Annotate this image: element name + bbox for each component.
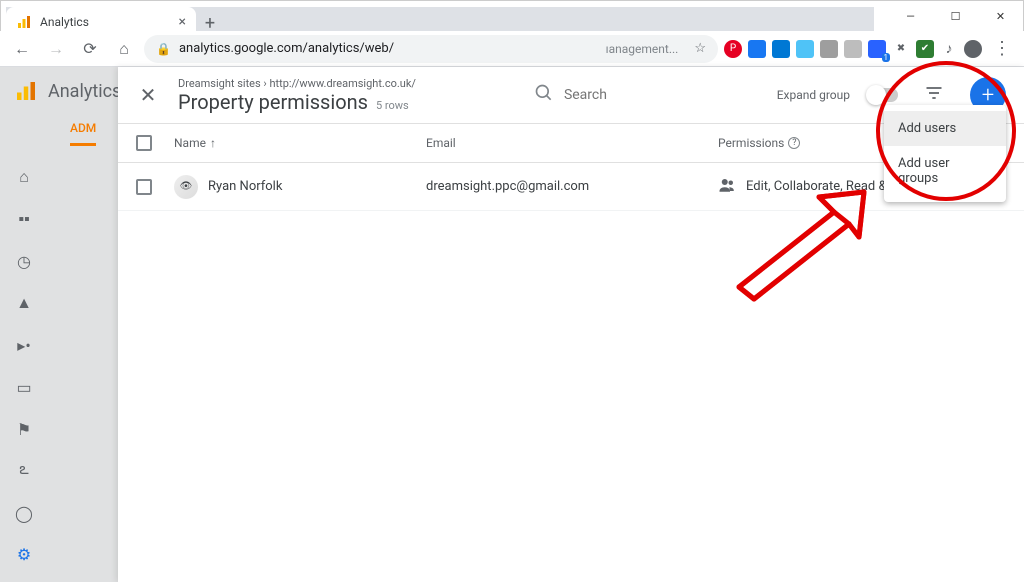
window-close[interactable]: ✕ [978, 2, 1023, 31]
page-title-text: Property permissions [178, 90, 368, 114]
col-header-permissions-label: Permissions [718, 136, 784, 150]
nav-customization-icon[interactable]: ▪▪ [14, 209, 34, 229]
title-block: Dreamsight sites › http://www.dreamsight… [178, 77, 416, 114]
tab-close-icon[interactable]: × [179, 14, 186, 30]
ext-icon[interactable] [844, 40, 862, 58]
cell-email: dreamsight.ppc@gmail.com [426, 179, 696, 194]
product-name: Analytics [48, 81, 121, 102]
row-count: 5 rows [376, 99, 409, 112]
page-title: Property permissions 5 rows [178, 90, 416, 114]
breadcrumb: Dreamsight sites › http://www.dreamsight… [178, 77, 416, 90]
ext-shield-icon[interactable]: ✔ [916, 40, 934, 58]
url-trunc: ıanagement... [606, 42, 679, 56]
cell-name: 👁 Ryan Norfolk [174, 175, 404, 199]
ext-icon[interactable] [748, 40, 766, 58]
add-menu-dropdown: Add users Add user groups [884, 105, 1006, 202]
chrome-menu-icon[interactable]: ⋮ [988, 35, 1016, 63]
url-text: analytics.google.com/analytics/web/ [179, 41, 394, 56]
nav-realtime-icon[interactable]: ◷ [14, 251, 34, 271]
row-checkbox[interactable] [136, 179, 152, 195]
ga-sidebar: Analytics ADM ⌂ ▪▪ ◷ ▲ ▸• ▭ ⚑ ఽ ◯ ⚙ [0, 67, 118, 582]
ga-left-nav: ⌂ ▪▪ ◷ ▲ ▸• ▭ ⚑ [0, 167, 48, 439]
expand-groups-label: Expand group [777, 88, 850, 102]
page-content: Analytics ADM ⌂ ▪▪ ◷ ▲ ▸• ▭ ⚑ ఽ ◯ ⚙ ✕ Dr… [0, 67, 1024, 582]
close-panel-button[interactable]: ✕ [136, 83, 160, 107]
address-bar: ← → ⟳ ⌂ 🔒 analytics.google.com/analytics… [0, 31, 1024, 67]
menu-add-user-groups[interactable]: Add user groups [884, 146, 1006, 196]
expand-groups-toggle[interactable] [868, 88, 898, 102]
ext-playlist-icon[interactable]: ♪ [940, 40, 958, 58]
nav-audience-icon[interactable]: ▲ [14, 293, 34, 313]
ext-icon[interactable] [796, 40, 814, 58]
select-all-checkbox[interactable] [136, 135, 152, 151]
analytics-logo-icon [14, 79, 38, 103]
search-wrap [534, 83, 759, 107]
nav-conversions-icon[interactable]: ⚑ [14, 419, 34, 439]
extensions-area: P 1 ✖ ✔ ♪ ⋮ [724, 35, 1016, 63]
ext-icon[interactable]: 1 [868, 40, 886, 58]
permissions-panel: ✕ Dreamsight sites › http://www.dreamsig… [118, 67, 1024, 582]
ext-pinterest-icon[interactable]: P [724, 40, 742, 58]
url-field[interactable]: 🔒 analytics.google.com/analytics/web/ ıa… [144, 35, 718, 63]
help-icon[interactable]: ? [788, 137, 800, 149]
forward-button[interactable]: → [42, 35, 70, 63]
user-avatar-icon: 👁 [174, 175, 198, 199]
cell-name-text: Ryan Norfolk [208, 179, 282, 194]
ext-icon[interactable]: ✖ [892, 40, 910, 58]
ga-product-header: Analytics [0, 67, 118, 115]
lock-icon: 🔒 [156, 42, 171, 56]
window-maximize[interactable]: ☐ [933, 2, 978, 31]
filter-button[interactable] [916, 83, 952, 108]
col-header-name-label: Name [174, 136, 206, 150]
sort-asc-icon: ↑ [210, 136, 216, 150]
back-button[interactable]: ← [8, 35, 36, 63]
menu-add-users[interactable]: Add users [884, 111, 1006, 146]
analytics-favicon [16, 14, 32, 30]
col-header-name[interactable]: Name ↑ [174, 136, 404, 150]
nav-home-icon[interactable]: ⌂ [14, 167, 34, 187]
col-header-email[interactable]: Email [426, 136, 696, 150]
bookmark-star-icon[interactable]: ☆ [694, 41, 706, 56]
ga-left-nav-bottom: ఽ ◯ ⚙ [0, 459, 48, 564]
ext-icon[interactable] [772, 40, 790, 58]
reload-button[interactable]: ⟳ [76, 35, 104, 63]
search-input[interactable] [564, 87, 759, 103]
ga-admin-tabs: ADM [0, 115, 118, 151]
nav-discover-icon[interactable]: ◯ [15, 504, 33, 523]
ext-icon[interactable] [820, 40, 838, 58]
tab-title: Analytics [40, 15, 89, 29]
search-icon [534, 83, 554, 107]
nav-attribution-icon[interactable]: ఽ [19, 459, 28, 482]
nav-admin-icon[interactable]: ⚙ [17, 545, 31, 564]
profile-avatar-icon[interactable] [964, 40, 982, 58]
nav-behavior-icon[interactable]: ▭ [14, 377, 34, 397]
window-minimize[interactable]: — [888, 2, 933, 31]
tab-admin[interactable]: ADM [70, 121, 96, 146]
home-button[interactable]: ⌂ [110, 35, 138, 63]
nav-acquisition-icon[interactable]: ▸• [14, 335, 34, 355]
people-icon [718, 176, 736, 198]
